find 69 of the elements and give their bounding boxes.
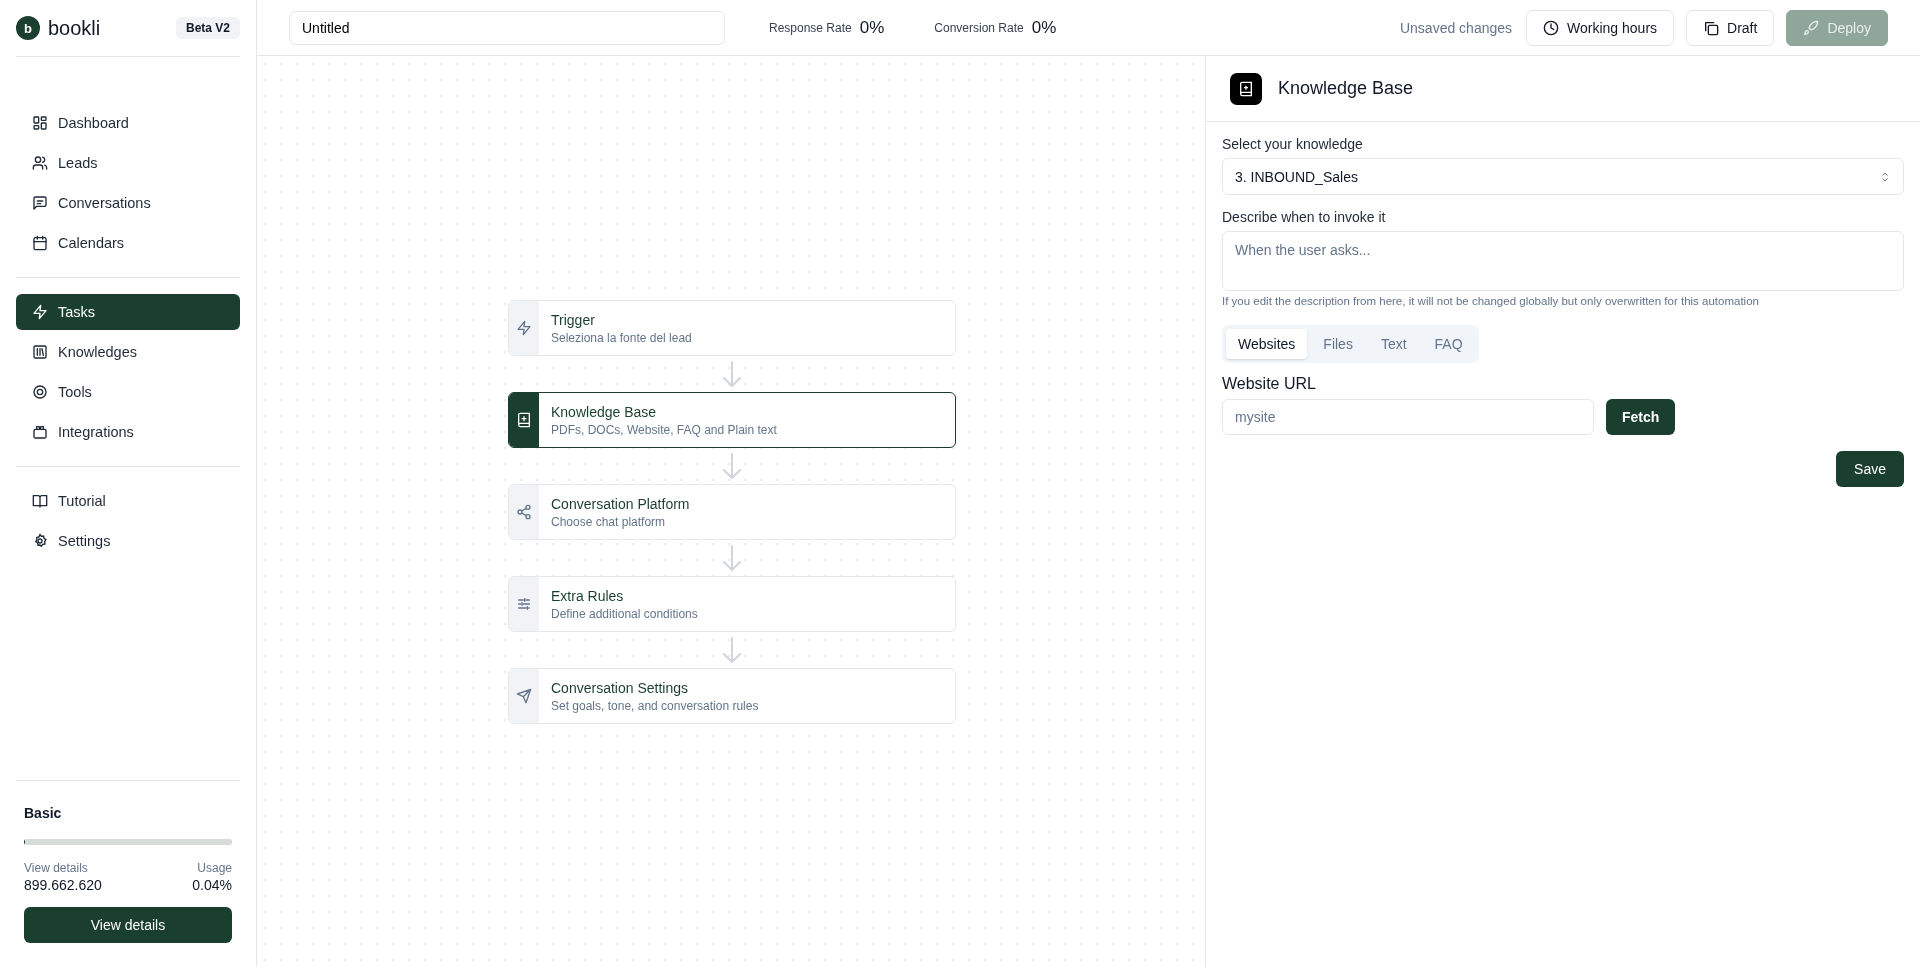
field-label: Select your knowledge xyxy=(1222,136,1364,152)
fetch-button[interactable]: Fetch xyxy=(1606,399,1676,435)
brand-name: bookli xyxy=(48,16,102,40)
sidebar-item[interactable]: Knowledges xyxy=(16,334,240,370)
calendar-icon xyxy=(32,235,48,251)
description-field[interactable]: When the user asks... xyxy=(1222,231,1904,291)
book-icon xyxy=(32,493,48,509)
knowledge-select[interactable]: 3. INBOUND_Sales xyxy=(1222,158,1904,195)
sidebar-item[interactable]: Calendars xyxy=(16,225,240,261)
users-icon xyxy=(32,155,48,171)
sidebar-item[interactable]: Conversations xyxy=(16,185,240,221)
header-button[interactable]: Draft xyxy=(1686,9,1775,46)
tab[interactable]: Text xyxy=(1368,329,1419,359)
sidebar-item[interactable]: Tools xyxy=(16,374,240,410)
share-icon xyxy=(516,504,532,520)
send-icon xyxy=(516,688,532,704)
library-icon xyxy=(32,344,48,360)
title-field[interactable]: Untitled xyxy=(289,10,725,45)
flow-node[interactable]: Extra Rules Define additional conditions xyxy=(508,576,956,632)
stat-value: 0% xyxy=(1031,17,1057,38)
sidebar-item[interactable]: Settings xyxy=(16,523,240,559)
flow-node[interactable]: Conversation Platform Choose chat platform xyxy=(508,484,956,540)
version-badge: Beta V2 xyxy=(175,17,240,39)
sidebar-item[interactable]: Leads xyxy=(16,145,240,181)
arrow-icon xyxy=(720,636,744,664)
field-label: Website URL xyxy=(1222,375,1317,393)
arrow-icon xyxy=(720,360,744,388)
sidebar-item[interactable]: Tutorial xyxy=(16,483,240,519)
view-details-button[interactable]: View details xyxy=(24,907,232,943)
sidebar-item[interactable]: Integrations xyxy=(16,414,240,450)
panel-title: Knowledge Base xyxy=(1278,78,1414,99)
hint-text: If you edit the description from here, it will not be changed globally but only overwritten for this automation xyxy=(1222,295,1760,307)
arrow-icon xyxy=(720,452,744,480)
settings-icon xyxy=(32,533,48,549)
flow-node[interactable]: Trigger Seleziona la fonte del lead xyxy=(508,300,956,356)
dashboard-icon xyxy=(32,115,48,131)
stat-label: Response Rate xyxy=(769,20,852,35)
save-button[interactable]: Save xyxy=(1836,451,1904,487)
clock-icon xyxy=(1543,19,1560,36)
flow-node[interactable]: Knowledge Base PDFs, DOCs, Website, FAQ and Plain text xyxy=(508,392,956,448)
book-plus-icon xyxy=(516,412,532,428)
stat-value: 0% xyxy=(859,17,885,38)
sliders-icon xyxy=(516,596,532,612)
save-status: Unsaved changes xyxy=(1399,19,1513,36)
chevrons-icon xyxy=(1879,170,1891,183)
flow-node[interactable]: Conversation Settings Set goals, tone, and conversation rules xyxy=(508,668,956,724)
usage-label: Usage xyxy=(197,861,232,875)
header-button[interactable]: Working hours xyxy=(1526,9,1675,46)
tab[interactable]: Websites xyxy=(1226,329,1308,359)
box-icon xyxy=(32,424,48,440)
lightning-icon xyxy=(516,320,532,336)
tab[interactable]: Files xyxy=(1311,329,1365,359)
field-label: Describe when to invoke it xyxy=(1222,209,1387,225)
arrow-icon xyxy=(720,544,744,572)
sidebar-item[interactable]: Tasks xyxy=(16,294,240,330)
usage-value: 0.04% xyxy=(192,877,232,893)
sidebar-item[interactable]: Dashboard xyxy=(16,105,240,141)
target-icon xyxy=(32,384,48,400)
logo: b xyxy=(16,16,40,40)
chat-icon xyxy=(32,195,48,211)
tab[interactable]: FAQ xyxy=(1422,329,1475,359)
plan-name: Basic xyxy=(24,805,63,821)
stat-label: Conversion Rate xyxy=(934,20,1024,35)
amount-value: 899.662.620 xyxy=(24,877,102,893)
copy-icon xyxy=(1703,19,1720,36)
lightning-icon xyxy=(32,304,48,320)
details-label: View details xyxy=(24,861,89,875)
book-plus-icon xyxy=(1230,72,1262,105)
url-field[interactable]: mysite xyxy=(1222,399,1594,435)
